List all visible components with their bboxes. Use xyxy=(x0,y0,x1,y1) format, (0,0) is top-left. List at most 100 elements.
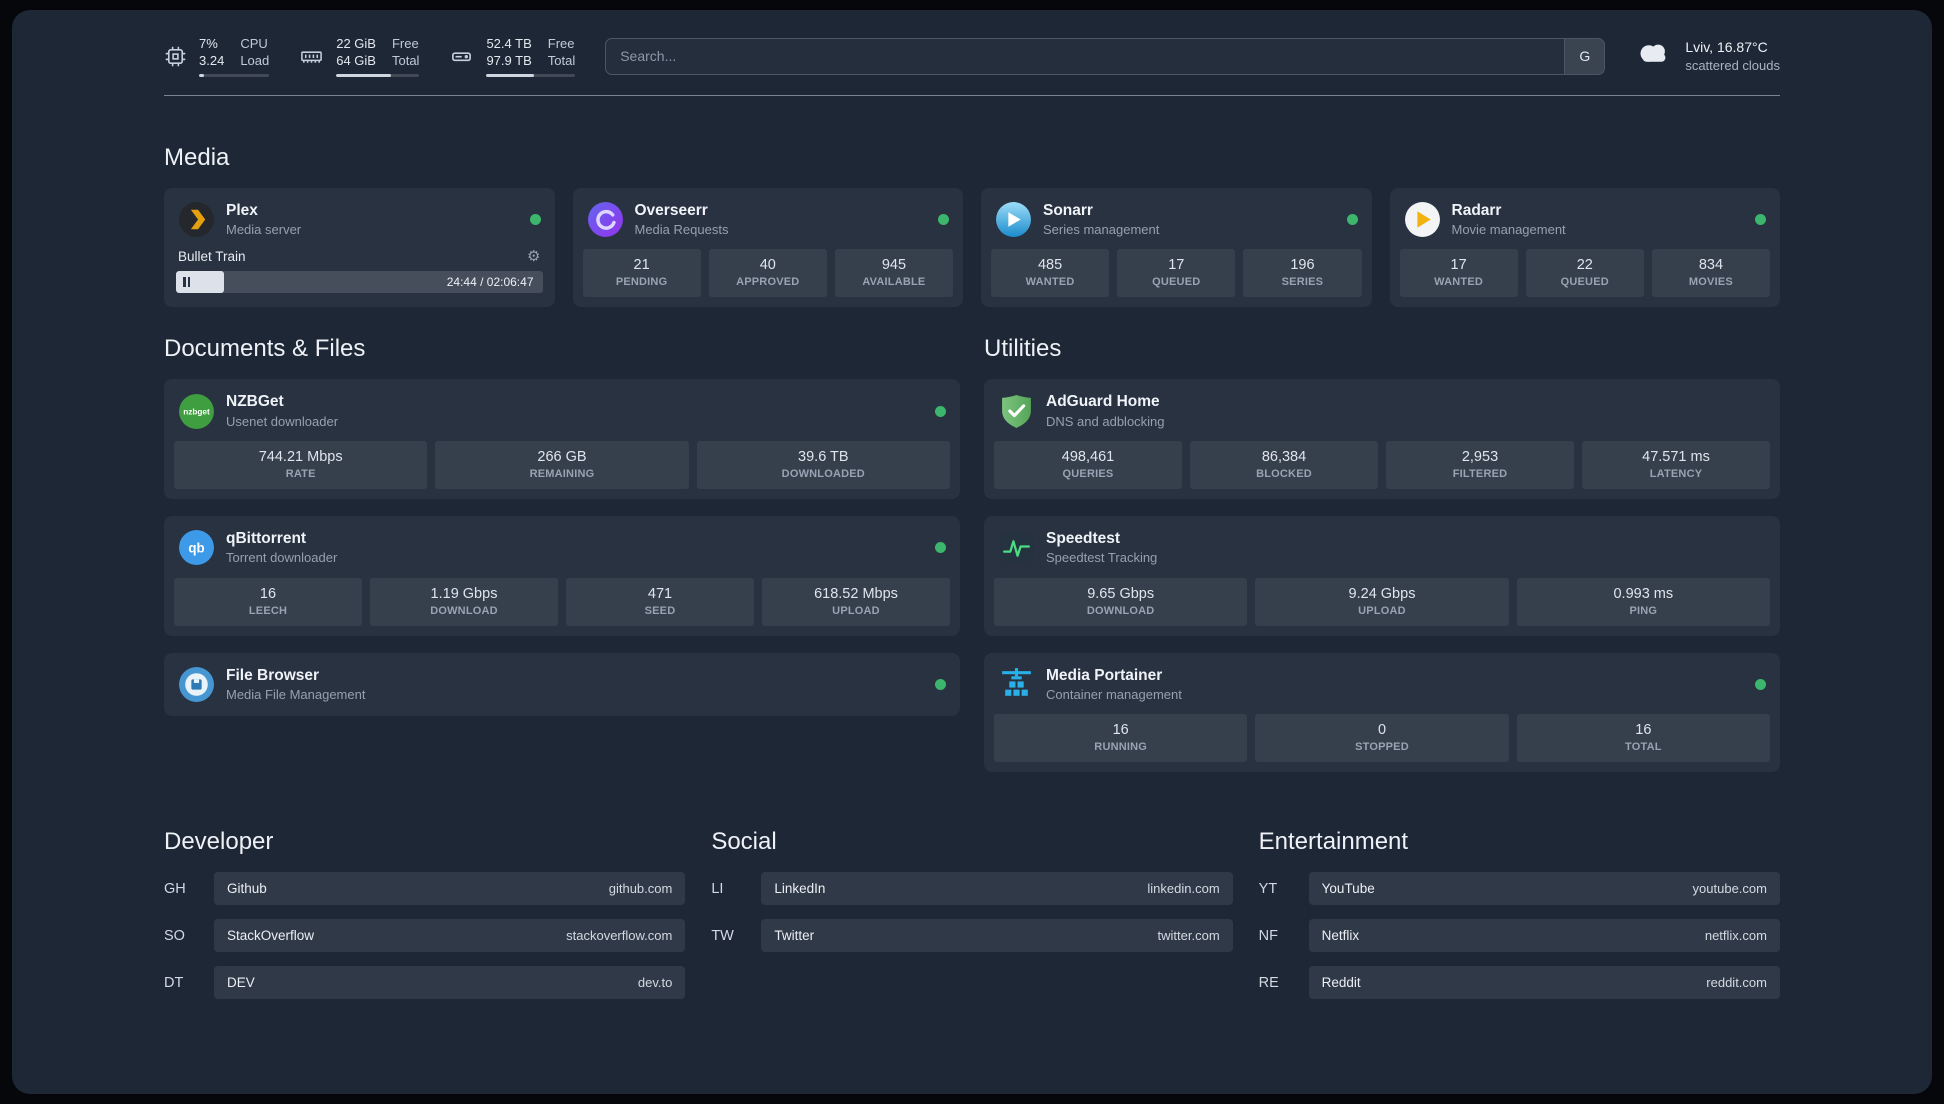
stats-row: 21 PENDING 40 APPROVED 945 AVAILABLE xyxy=(582,249,954,298)
search-bar: G xyxy=(605,37,1606,75)
plex-now-playing: Bullet Train ⚙ 24:44 / 02:06:47 xyxy=(174,249,545,294)
sonarr-icon xyxy=(995,201,1032,238)
card-header: Overseerr Media Requests xyxy=(583,198,954,250)
radarr-icon xyxy=(1404,201,1441,238)
disk-label-top: Free xyxy=(547,36,575,51)
bookmark-pill: Reddit reddit.com xyxy=(1308,966,1780,1000)
bookmark-domain: netflix.com xyxy=(1704,928,1767,944)
bookmark-youtube[interactable]: YT YouTube youtube.com xyxy=(1258,872,1780,906)
stat-latency: 47.571 ms LATENCY xyxy=(1582,441,1770,490)
stat-wanted: 485 WANTED xyxy=(991,249,1110,298)
stats-row: 16 LEECH 1.19 Gbps DOWNLOAD 471 SEED 618… xyxy=(174,577,950,626)
stat-value: 2,953 xyxy=(1461,449,1499,466)
service-description: Media Requests xyxy=(634,222,729,238)
stat-value: 0.993 ms xyxy=(1613,585,1674,602)
stat-value: 47.571 ms xyxy=(1642,449,1710,466)
pause-icon[interactable] xyxy=(183,277,190,288)
status-online-dot xyxy=(935,405,946,417)
stat-label: LATENCY xyxy=(1649,468,1703,481)
playback-time: 24:44 / 02:06:47 xyxy=(446,275,534,290)
section-title-media: Media xyxy=(164,143,230,171)
bookmark-twitter[interactable]: TW Twitter twitter.com xyxy=(711,919,1233,953)
svg-text:nzbget: nzbget xyxy=(183,407,210,416)
stat-upload: 618.52 Mbps UPLOAD xyxy=(762,577,950,626)
service-name: NZBGet xyxy=(226,393,284,411)
stat-label: APPROVED xyxy=(736,276,800,289)
bookmark-reddit[interactable]: RE Reddit reddit.com xyxy=(1259,966,1780,1000)
stat-download: 9.65 Gbps DOWNLOAD xyxy=(994,577,1248,626)
qbittorrent-icon: qb xyxy=(178,529,215,566)
disk-free-value: 52.4 TB xyxy=(486,36,532,51)
bookmark-netflix[interactable]: NF Netflix netflix.com xyxy=(1259,919,1780,953)
service-card-adguard[interactable]: AdGuard Home DNS and adblocking 498,461 … xyxy=(984,379,1780,500)
stat-total: 16 TOTAL xyxy=(1516,714,1770,763)
service-card-sonarr[interactable]: Sonarr Series management 485 WANTED 17 Q… xyxy=(981,187,1372,308)
service-card-filebrowser[interactable]: File Browser Media File Management xyxy=(164,652,960,717)
stat-value: 1.19 Gbps xyxy=(430,585,498,602)
weather-condition: scattered clouds xyxy=(1685,58,1780,74)
stat-label: RUNNING xyxy=(1094,741,1148,754)
memory-total-value: 64 GiB xyxy=(336,52,376,68)
service-name: Speedtest xyxy=(1046,530,1121,548)
stat-label: WANTED xyxy=(1025,276,1075,289)
search-provider-button[interactable]: G xyxy=(1564,38,1605,74)
memory-widget: 22 GiB 64 GiB Free Total xyxy=(299,36,420,77)
cpu-widget: 7% 3.24 CPU Load xyxy=(164,36,270,77)
status-online-dot xyxy=(935,678,946,690)
service-card-overseerr[interactable]: Overseerr Media Requests 21 PENDING 40 A… xyxy=(572,187,963,308)
bookmark-stackoverflow[interactable]: SO StackOverflow stackoverflow.com xyxy=(164,919,686,953)
stat-value: 485 xyxy=(1037,257,1063,274)
cpu-label-bottom: Load xyxy=(240,52,270,68)
stat-value: 40 xyxy=(759,257,776,274)
service-card-nzbget[interactable]: nzbget NZBGet Usenet downloader 744.21 M… xyxy=(164,379,960,500)
stat-value: 196 xyxy=(1290,257,1315,274)
stat-value: 21 xyxy=(633,257,650,274)
bookmark-name: Twitter xyxy=(774,928,815,944)
cpu-label-top: CPU xyxy=(240,36,268,51)
bookmark-pill: DEV dev.to xyxy=(214,966,686,1000)
card-header: File Browser Media File Management xyxy=(174,663,950,707)
svg-text:qb: qb xyxy=(188,541,204,556)
service-card-radarr[interactable]: Radarr Movie management 17 WANTED 22 QUE… xyxy=(1389,187,1780,308)
gear-icon[interactable]: ⚙ xyxy=(527,249,540,264)
stat-label: BLOCKED xyxy=(1256,468,1312,481)
stat-leech: 16 LEECH xyxy=(174,577,362,626)
disk-widget: 52.4 TB 97.9 TB Free Total xyxy=(449,36,576,77)
service-description: Series management xyxy=(1043,222,1160,238)
bookmark-github[interactable]: GH Github github.com xyxy=(164,872,686,906)
stat-value: 17 xyxy=(1450,257,1467,274)
stat-movies: 834 MOVIES xyxy=(1651,249,1771,298)
stat-queued: 17 QUEUED xyxy=(1117,249,1236,298)
service-name: qBittorrent xyxy=(226,530,307,548)
stat-label: REMAINING xyxy=(529,468,595,481)
bookmark-name: StackOverflow xyxy=(227,928,315,944)
stat-label: FILTERED xyxy=(1452,468,1508,481)
status-online-dot xyxy=(938,214,949,226)
stat-value: 0 xyxy=(1377,722,1387,739)
stat-value: 834 xyxy=(1698,257,1724,274)
playback-progress-bar[interactable]: 24:44 / 02:06:47 xyxy=(176,271,543,294)
card-header: Radarr Movie management xyxy=(1400,198,1771,250)
service-card-plex[interactable]: Plex Media server Bullet Train ⚙ 24:44 /… xyxy=(164,187,555,308)
service-card-portainer[interactable]: Media Portainer Container management 16 … xyxy=(984,652,1780,773)
bookmark-abbr: YT xyxy=(1258,880,1278,897)
card-header: AdGuard Home DNS and adblocking xyxy=(994,389,1770,441)
system-resources: 7% 3.24 CPU Load 22 GiB 64 GiB Free Tota… xyxy=(164,36,576,77)
bookmark-dev[interactable]: DT DEV dev.to xyxy=(164,966,686,1000)
plex-icon xyxy=(178,201,215,238)
weather-widget: Lviv, 16.87°C scattered clouds xyxy=(1635,38,1780,74)
memory-free-value: 22 GiB xyxy=(336,36,376,51)
stat-value: 744.21 Mbps xyxy=(258,449,343,466)
bookmarks-column-social: Social LI LinkedIn linkedin.com TW Twitt… xyxy=(711,828,1233,999)
speedtest-icon xyxy=(998,529,1035,566)
service-card-speedtest[interactable]: Speedtest Speedtest Tracking 9.65 Gbps D… xyxy=(984,516,1780,636)
stat-label: UPLOAD xyxy=(832,604,880,617)
stat-value: 945 xyxy=(881,257,907,274)
stats-row: 17 WANTED 22 QUEUED 834 MOVIES xyxy=(1399,249,1771,298)
stat-value: 498,461 xyxy=(1061,449,1115,466)
service-card-qbittorrent[interactable]: qb qBittorrent Torrent downloader 16 LEE… xyxy=(164,516,960,636)
stat-label: PING xyxy=(1629,604,1658,617)
bookmark-linkedin[interactable]: LI LinkedIn linkedin.com xyxy=(711,872,1233,906)
section-title-social: Social xyxy=(711,828,777,856)
search-input[interactable] xyxy=(605,37,1606,75)
